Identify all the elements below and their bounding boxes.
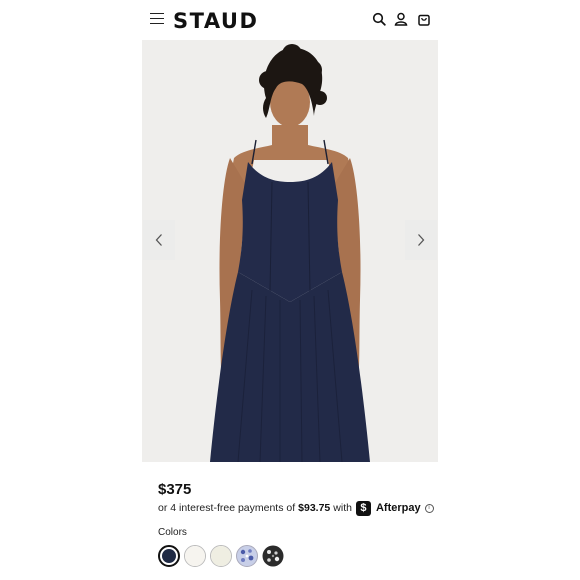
info-icon[interactable]: i	[424, 503, 434, 513]
afterpay-amount: $93.75	[298, 502, 331, 514]
color-swatch-black-floral[interactable]	[262, 545, 284, 567]
afterpay-link[interactable]: Afterpay	[376, 502, 421, 514]
product-photo	[142, 40, 438, 462]
search-icon[interactable]	[372, 12, 386, 26]
black-floral-pattern	[262, 545, 284, 567]
account-icon[interactable]	[394, 12, 408, 26]
product-image-gallery[interactable]	[142, 40, 438, 462]
product-price: $375	[158, 481, 192, 498]
afterpay-with: with	[333, 502, 352, 514]
colors-label: Colors	[158, 527, 187, 538]
color-swatch-ivory[interactable]	[210, 545, 232, 567]
bag-icon[interactable]	[417, 12, 431, 26]
afterpay-logo-icon: $	[355, 500, 371, 516]
brand-logo[interactable]: STAUD	[173, 9, 258, 33]
afterpay-text: or 4 interest-free payments of	[158, 502, 296, 514]
color-swatch-navy[interactable]	[158, 545, 180, 567]
chevron-right-icon	[418, 234, 425, 246]
chevron-left-icon	[155, 234, 162, 246]
gallery-prev-button[interactable]	[143, 220, 175, 260]
color-swatches	[158, 545, 284, 567]
afterpay-message: or 4 interest-free payments of $93.75 wi…	[158, 500, 434, 516]
menu-icon[interactable]	[150, 13, 164, 25]
gallery-next-button[interactable]	[405, 220, 437, 260]
site-header: STAUD	[142, 0, 438, 40]
color-swatch-white[interactable]	[184, 545, 206, 567]
blue-floral-pattern	[236, 545, 258, 567]
color-swatch-blue-floral[interactable]	[236, 545, 258, 567]
product-page: STAUD $375 or 4 interest-free payments o…	[142, 0, 438, 580]
